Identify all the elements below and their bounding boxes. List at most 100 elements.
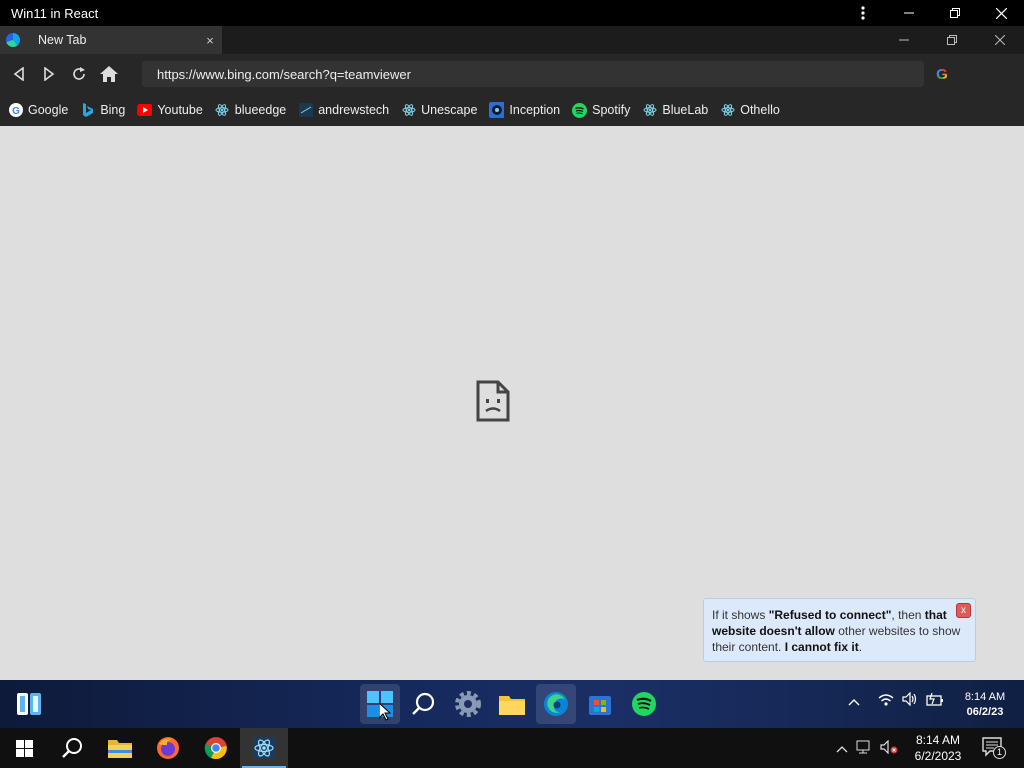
volume-icon[interactable] xyxy=(902,691,918,709)
react-icon xyxy=(253,737,275,759)
react-icon xyxy=(401,103,416,118)
close-icon xyxy=(995,7,1007,19)
back-arrow-icon xyxy=(13,67,24,81)
forward-button[interactable] xyxy=(34,59,64,89)
toast-bold-3: I cannot fix it xyxy=(784,640,859,654)
restore-icon xyxy=(947,35,957,45)
toast-text-4: . xyxy=(858,640,863,654)
google-icon: G xyxy=(936,65,948,83)
file-explorer-app[interactable] xyxy=(492,684,532,724)
bookmark-spotify[interactable]: Spotify xyxy=(572,102,630,118)
browser-minimize-button[interactable] xyxy=(880,26,928,54)
bookmark-blueedge[interactable]: blueedge xyxy=(215,103,286,118)
host-minimize-button[interactable] xyxy=(886,0,932,26)
host-file-explorer-button[interactable] xyxy=(96,728,144,768)
windows-logo-icon xyxy=(15,739,33,757)
navigation-bar: https://www.bing.com/search?q=teamviewer… xyxy=(0,54,1024,94)
react-icon xyxy=(215,103,230,118)
bookmark-bluelab[interactable]: BlueLab xyxy=(642,103,708,118)
host-restore-button[interactable] xyxy=(932,0,978,26)
host-close-button[interactable] xyxy=(978,0,1024,26)
volume-muted-icon[interactable] xyxy=(880,739,898,757)
google-icon: G xyxy=(8,103,23,118)
bookmark-unescape[interactable]: Unescape xyxy=(401,103,477,118)
bookmark-othello[interactable]: Othello xyxy=(720,103,780,118)
network-icon[interactable] xyxy=(856,740,872,757)
notification-count-badge: 1 xyxy=(993,746,1006,759)
win11-clock[interactable]: 8:14 AM 06/2/23 xyxy=(955,690,1015,720)
search-icon xyxy=(62,738,82,758)
browser-maximize-button[interactable] xyxy=(928,26,976,54)
win11-date: 06/2/23 xyxy=(966,706,1004,718)
host-firefox-button[interactable] xyxy=(144,728,192,768)
host-kebab-menu-button[interactable] xyxy=(840,0,886,26)
widgets-button[interactable] xyxy=(16,692,42,716)
edge-app[interactable] xyxy=(536,684,576,724)
host-clock[interactable]: 8:14 AM 6/2/2023 xyxy=(910,732,966,764)
bing-icon xyxy=(80,102,95,118)
tab-strip: New Tab × xyxy=(0,26,1024,54)
spotify-icon xyxy=(572,102,588,118)
host-time: 8:14 AM xyxy=(915,733,961,747)
bookmark-youtube[interactable]: Youtube xyxy=(137,103,203,118)
wifi-icon[interactable] xyxy=(878,693,894,709)
toast-close-button[interactable]: x xyxy=(956,603,971,618)
bookmark-google[interactable]: G Google xyxy=(8,103,68,118)
battery-icon[interactable] xyxy=(926,692,944,709)
home-button[interactable] xyxy=(94,59,124,89)
win11-system-tray xyxy=(848,691,952,709)
bookmark-inception[interactable]: Inception xyxy=(489,102,561,118)
toast-bold-1: "Refused to connect" xyxy=(768,608,892,622)
restore-icon xyxy=(950,8,960,18)
sad-page-icon xyxy=(476,380,510,427)
refresh-icon xyxy=(73,67,85,80)
svg-text:G: G xyxy=(12,106,20,117)
notification-center-button[interactable]: 1 xyxy=(982,736,1006,759)
react-icon xyxy=(642,103,657,118)
win11-taskbar: 8:14 AM 06/2/23 xyxy=(0,680,1024,728)
store-app[interactable] xyxy=(580,684,620,724)
bookmark-label: blueedge xyxy=(234,103,287,117)
edge-icon xyxy=(544,692,568,716)
bookmark-andrewstech[interactable]: andrewstech xyxy=(298,103,389,118)
tab-new-tab[interactable]: New Tab × xyxy=(0,26,222,54)
bookmark-bing[interactable]: Bing xyxy=(80,102,125,118)
gear-icon xyxy=(455,691,481,717)
browser-window-controls xyxy=(880,26,1024,54)
page-content: If it shows "Refused to connect", then t… xyxy=(0,126,1024,680)
edge-icon xyxy=(6,33,20,47)
google-search-button[interactable]: G xyxy=(924,59,960,89)
bookmark-label: Inception xyxy=(509,103,561,117)
bookmark-label: andrewstech xyxy=(318,103,390,117)
chrome-icon xyxy=(204,737,227,760)
host-search-button[interactable] xyxy=(48,728,96,768)
firefox-icon xyxy=(157,737,179,759)
start-button[interactable] xyxy=(360,684,400,724)
cursor-icon xyxy=(379,703,391,721)
kebab-icon xyxy=(861,6,865,20)
bookmark-label: BlueLab xyxy=(662,103,709,117)
browser-close-button[interactable] xyxy=(976,26,1024,54)
host-titlebar: Win11 in React xyxy=(0,0,1024,26)
back-button[interactable] xyxy=(4,59,34,89)
tab-label: New Tab xyxy=(38,33,87,47)
taskbar-center-apps xyxy=(360,684,668,724)
search-button[interactable] xyxy=(404,684,444,724)
folder-icon xyxy=(108,740,132,758)
host-date: 6/2/2023 xyxy=(914,749,962,763)
home-icon xyxy=(100,66,118,82)
settings-app[interactable] xyxy=(448,684,488,724)
spotify-app[interactable] xyxy=(624,684,664,724)
inception-icon xyxy=(489,102,505,118)
refresh-button[interactable] xyxy=(64,59,94,89)
host-start-button[interactable] xyxy=(0,728,48,768)
host-chrome-button[interactable] xyxy=(192,728,240,768)
address-bar[interactable]: https://www.bing.com/search?q=teamviewer xyxy=(142,61,924,87)
chevron-up-icon[interactable] xyxy=(836,741,848,756)
host-win11-app-button[interactable] xyxy=(240,728,288,768)
tab-close-button[interactable]: × xyxy=(198,33,222,48)
bookmark-label: Unescape xyxy=(421,103,478,117)
folder-icon xyxy=(499,696,525,715)
browser-window: New Tab × https://www.bing.com/search?q=… xyxy=(0,26,1024,680)
chevron-up-icon[interactable] xyxy=(848,693,860,709)
